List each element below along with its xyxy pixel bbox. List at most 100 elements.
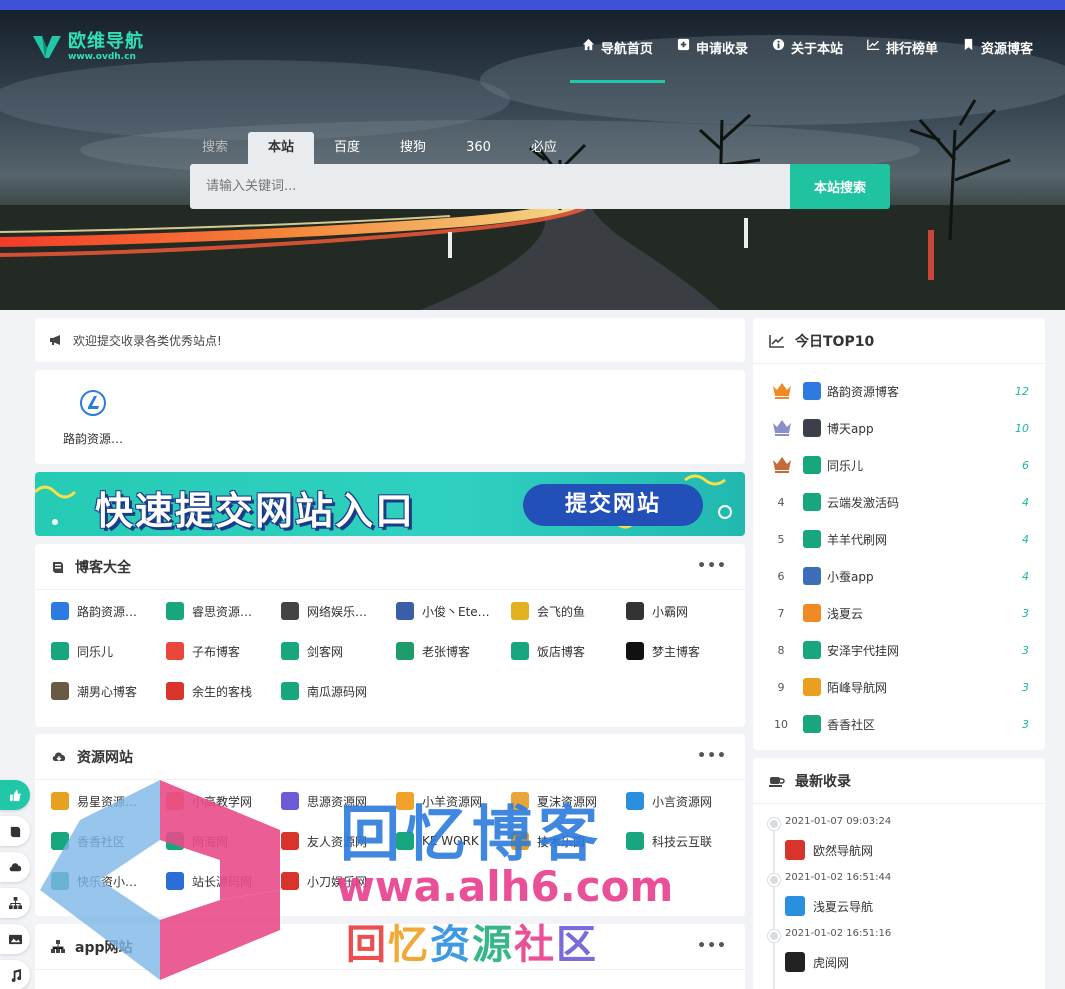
site-link[interactable]: 站长源码网 [166, 872, 274, 890]
rank-row[interactable]: 路韵资源博客 12 [767, 378, 1029, 404]
site-icon [396, 602, 414, 620]
site-link-label: 网海网 [192, 834, 229, 849]
search-input[interactable] [190, 164, 790, 209]
line-chart-icon [867, 39, 880, 51]
nav-item-submit[interactable]: 申请收录 [665, 28, 760, 83]
float-button-music[interactable] [0, 960, 30, 989]
site-link[interactable]: 老张博客 [396, 642, 504, 660]
site-link[interactable]: 潮男心博客 [51, 682, 159, 700]
featured-site[interactable]: 路韵资源… [53, 390, 133, 447]
rank-row[interactable]: 9 陌峰导航网 3 [767, 674, 1029, 700]
tab-sogou[interactable]: 搜狗 [380, 132, 446, 164]
site-icon [803, 530, 821, 548]
rank-row[interactable]: 5 羊羊代刷网 4 [767, 526, 1029, 552]
tab-search-label: 搜索 [202, 140, 229, 155]
site-link[interactable]: 夏沫资源网 [511, 792, 619, 810]
site-link[interactable]: 小霸网 [626, 602, 734, 620]
site-link[interactable]: 会飞的鱼 [511, 602, 619, 620]
site-icon [281, 642, 299, 660]
section-header: 最新收录 [753, 758, 1045, 804]
tab-site[interactable]: 本站 [248, 132, 315, 164]
float-button-image[interactable] [0, 924, 30, 954]
site-link[interactable]: 小高教学网 [166, 792, 274, 810]
site-link[interactable]: 南瓜源码网 [281, 682, 389, 700]
tab-bing[interactable]: 必应 [511, 132, 577, 164]
site-icon [511, 642, 529, 660]
site-link[interactable]: 小俊丶Ete… [396, 602, 504, 620]
top10-panel: 今日TOP10 路韵资源博客 12 博天app 10 同乐儿 6 4 云端发激活码 4 5 羊羊代刷… [753, 318, 1045, 750]
timeline-dot [768, 818, 780, 830]
search-button[interactable]: 本站搜索 [790, 164, 890, 209]
rank-row[interactable]: 7 浅夏云 3 [767, 600, 1029, 626]
site-link[interactable]: 余生的客栈 [166, 682, 274, 700]
rank-number [767, 417, 795, 440]
rank-row[interactable]: 4 云端发激活码 4 [767, 489, 1029, 515]
site-link[interactable]: 易星资源… [51, 792, 159, 810]
timeline-site-link[interactable]: 欧然导航网 [785, 840, 873, 860]
site-link[interactable]: 饭店博客 [511, 642, 619, 660]
site-link[interactable]: 小言资源网 [626, 792, 734, 810]
float-button-thumbs-up[interactable] [0, 780, 30, 810]
site-link[interactable]: KE WORK [396, 832, 504, 850]
site-link[interactable]: 小羊资源网 [396, 792, 504, 810]
site-link[interactable]: 香香社区 [51, 832, 159, 850]
site-link[interactable]: 梦主博客 [626, 642, 734, 660]
rank-row[interactable]: 博天app 10 [767, 415, 1029, 441]
rank-count: 3 [1022, 606, 1029, 620]
resource-section: 资源网站 ••• 易星资源… 小高教学网 思源资源网 小羊资源网 夏沫资源网 小言资源网香… [35, 734, 745, 916]
rank-number [767, 380, 795, 403]
rank-site-name: 浅夏云 [827, 606, 864, 621]
tab-baidu[interactable]: 百度 [314, 132, 380, 164]
rank-count: 4 [1022, 532, 1029, 546]
banner-submit-button[interactable]: 提交网站 [523, 484, 703, 526]
site-icon [785, 952, 805, 972]
sitemap-icon [8, 896, 22, 909]
site-link-label: 香香社区 [77, 834, 126, 849]
site-link[interactable]: 技术乐园 [511, 832, 619, 850]
latest-panel: 最新收录 2021-01-07 09:03:24 欧然导航网 2021-01-02 … [753, 758, 1045, 989]
more-button[interactable]: ••• [697, 558, 727, 574]
site-link[interactable]: 友人资源网 [281, 832, 389, 850]
nav-item-ranking[interactable]: 排行榜单 [855, 28, 950, 83]
site-link[interactable]: 小刀娱乐网 [281, 872, 389, 890]
tab-360[interactable]: 360 [446, 132, 511, 164]
site-link-label: 小刀娱乐网 [307, 874, 368, 889]
timeline-site-link[interactable]: 浅夏云导航 [785, 896, 873, 916]
site-icon [166, 792, 184, 810]
site-link[interactable]: 网海网 [166, 832, 274, 850]
site-link[interactable]: 网络娱乐… [281, 602, 389, 620]
rank-row[interactable]: 10 香香社区 3 [767, 711, 1029, 737]
site-link[interactable]: 快乐资小… [51, 872, 159, 890]
site-logo[interactable]: 欧维导航 www.ovdh.cn [32, 32, 144, 62]
float-button-book[interactable] [0, 816, 30, 846]
site-icon [51, 682, 69, 700]
rank-row[interactable]: 同乐儿 6 [767, 452, 1029, 478]
site-link[interactable]: 路韵资源… [51, 602, 159, 620]
site-link-label: 子布博客 [192, 644, 241, 659]
submit-banner[interactable]: 快速提交网站入口 提交网站 [35, 472, 745, 536]
float-button-cloud-download[interactable] [0, 852, 30, 882]
nav-item-home[interactable]: 导航首页 [569, 28, 665, 83]
site-link[interactable]: 思源资源网 [281, 792, 389, 810]
float-button-sitemap[interactable] [0, 888, 30, 918]
plus-square-icon [677, 38, 690, 51]
image-icon [8, 934, 22, 944]
search-engine-tabs: 搜索 本站 百度 搜狗 360 必应 [190, 132, 577, 164]
rank-row[interactable]: 8 安泽宇代挂网 3 [767, 637, 1029, 663]
more-button[interactable]: ••• [697, 938, 727, 954]
site-link[interactable]: 科技云互联 [626, 832, 734, 850]
site-link[interactable]: 剑客网 [281, 642, 389, 660]
timeline-site-link[interactable]: 虎阅网 [785, 952, 849, 972]
more-button[interactable]: ••• [697, 748, 727, 764]
site-link[interactable]: 睿思资源… [166, 602, 274, 620]
site-link-label: 梦主博客 [652, 644, 701, 659]
crown-icon [773, 456, 791, 473]
rank-row[interactable]: 6 小蚕app 4 [767, 563, 1029, 589]
site-link[interactable]: 同乐儿 [51, 642, 159, 660]
rank-site-name: 云端发激活码 [827, 495, 900, 510]
main-nav: 导航首页 申请收录 关于本站 排行榜单 资源博客 [569, 28, 1045, 83]
site-link-label: 会飞的鱼 [537, 604, 586, 619]
nav-item-blog[interactable]: 资源博客 [950, 28, 1045, 83]
nav-item-about[interactable]: 关于本站 [760, 28, 855, 83]
site-link[interactable]: 子布博客 [166, 642, 274, 660]
